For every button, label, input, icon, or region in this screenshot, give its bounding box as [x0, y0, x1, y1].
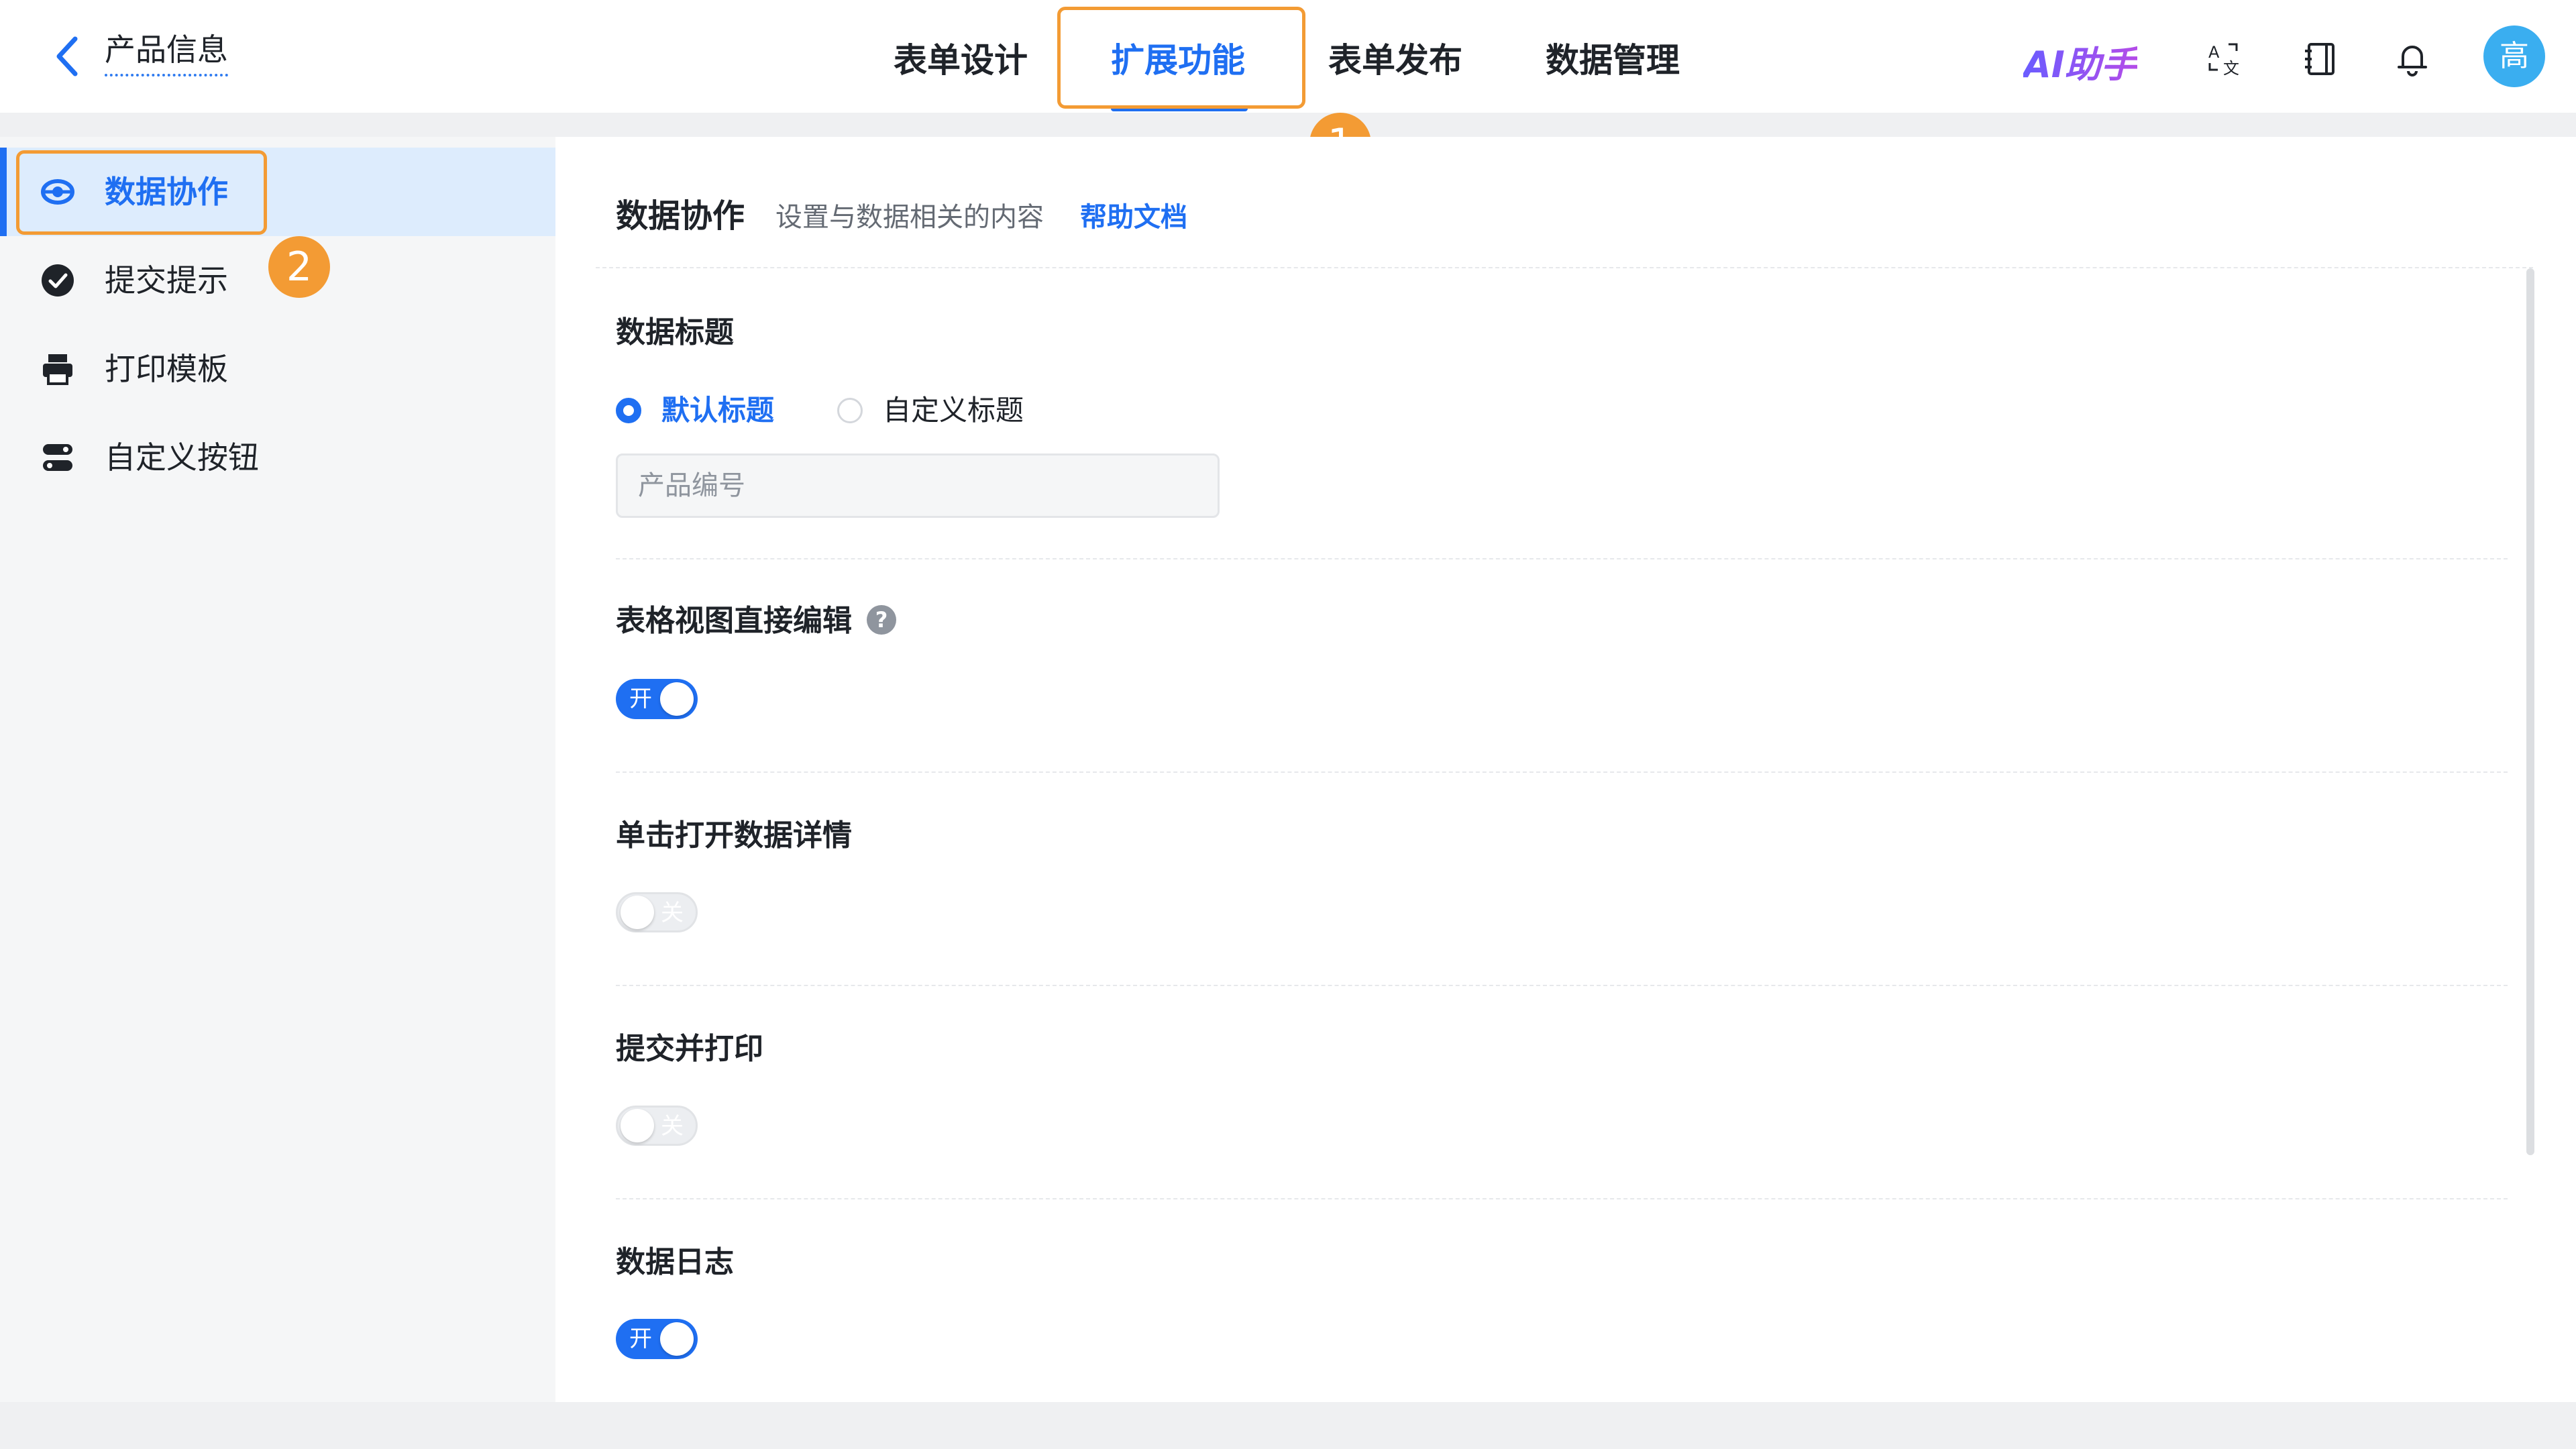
section-divider: [616, 985, 2508, 986]
sidebar-item-print-template[interactable]: 打印模板: [0, 325, 555, 413]
active-indicator: [0, 148, 7, 236]
data-title-label: 数据标题: [616, 315, 734, 350]
toggle-buttons-icon: [40, 440, 75, 475]
ai-assistant-button[interactable]: AI助手: [2023, 35, 2137, 88]
switch-state-text: 关: [661, 1113, 684, 1140]
radio-label: 自定义标题: [883, 394, 1024, 427]
header-divider: [596, 267, 2533, 268]
table-edit-label: 表格视图直接编辑: [616, 604, 852, 638]
submit-print-switch[interactable]: 关: [616, 1106, 698, 1146]
click-open-switch[interactable]: 关: [616, 892, 698, 932]
section-divider: [616, 771, 2508, 773]
sidebar-item-label: 打印模板: [105, 351, 228, 387]
book-icon[interactable]: [2300, 38, 2343, 80]
svg-text:文: 文: [2223, 59, 2239, 78]
switch-state-text: 开: [629, 1326, 652, 1352]
svg-text:A: A: [2208, 43, 2220, 62]
section-description: 设置与数据相关的内容: [775, 202, 1044, 233]
switch-knob: [621, 1109, 654, 1142]
tab-form-design[interactable]: 表单设计: [894, 39, 1028, 82]
data-title-input[interactable]: [616, 453, 1220, 518]
check-circle-icon: [40, 263, 75, 298]
table-edit-switch[interactable]: 开: [616, 679, 698, 719]
click-open-label: 单击打开数据详情: [616, 818, 852, 853]
printer-icon: [40, 352, 75, 386]
sidebar-item-custom-buttons[interactable]: 自定义按钮: [0, 413, 555, 502]
translate-icon[interactable]: A 文: [2203, 38, 2246, 80]
sidebar-item-label: 提交提示: [105, 262, 228, 299]
tab-form-publish[interactable]: 表单发布: [1328, 39, 1462, 82]
section-divider: [616, 558, 2508, 559]
switch-knob: [660, 682, 694, 716]
section-divider: [616, 1198, 2508, 1199]
switch-state-text: 开: [629, 686, 652, 712]
switch-state-text: 关: [661, 900, 684, 926]
radio-default-title[interactable]: 默认标题: [616, 394, 774, 427]
submit-print-label: 提交并打印: [616, 1032, 763, 1066]
help-doc-link[interactable]: 帮助文档: [1080, 197, 1187, 237]
radio-custom-title[interactable]: 自定义标题: [837, 394, 1024, 427]
sidebar: 数据协作 提交提示 打印模板 自定义按钮: [0, 137, 555, 1402]
data-log-label: 数据日志: [616, 1245, 734, 1279]
radio-label: 默认标题: [661, 394, 775, 427]
radio-dot: [616, 398, 641, 423]
data-log-switch[interactable]: 开: [616, 1319, 698, 1359]
switch-knob: [621, 896, 654, 929]
bell-icon[interactable]: [2391, 38, 2434, 80]
annotation-box-2: [16, 150, 267, 235]
switch-knob: [660, 1322, 694, 1356]
sidebar-item-label: 自定义按钮: [105, 439, 259, 476]
tab-data-management[interactable]: 数据管理: [1546, 39, 1680, 82]
content-scrollbar[interactable]: [2526, 268, 2534, 1155]
avatar[interactable]: 高: [2483, 25, 2545, 87]
back-arrow-icon[interactable]: [47, 32, 87, 80]
question-circle-icon[interactable]: ?: [867, 605, 896, 635]
annotation-badge-2: 2: [268, 236, 330, 298]
radio-dot: [837, 398, 863, 423]
section-title: 数据协作: [616, 197, 745, 235]
app-title[interactable]: 产品信息: [105, 28, 228, 76]
annotation-box-1: [1057, 7, 1305, 109]
